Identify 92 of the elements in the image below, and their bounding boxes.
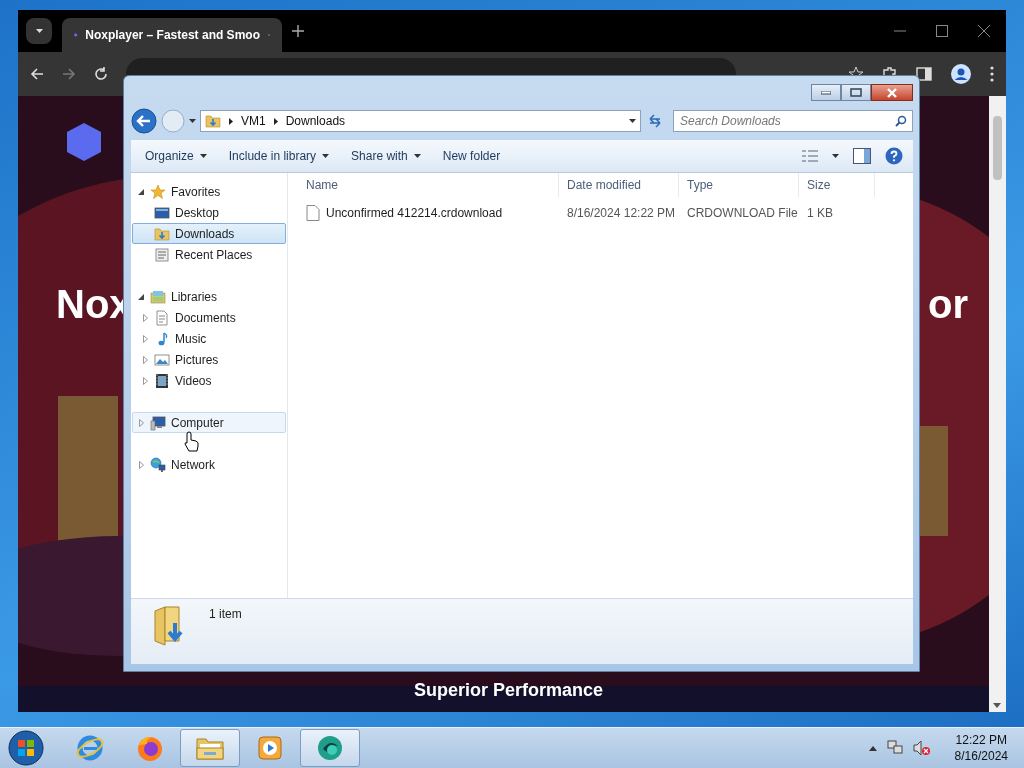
reload-icon[interactable] [94,67,108,81]
show-hidden-icons-icon[interactable] [868,745,877,751]
dropdown-caret-icon [629,119,636,123]
recent-icon [154,246,170,263]
toolbar-button[interactable]: Share with [343,145,429,167]
minimize-button[interactable] [811,84,841,101]
nav-item[interactable]: Favorites [132,181,286,202]
nav-item[interactable]: Computer [132,412,286,433]
preview-pane-icon[interactable] [853,148,871,164]
close-icon [886,87,898,98]
table-cell-text: 8/16/2024 12:22 PM [566,206,677,220]
collapsed-arrow-icon[interactable] [142,313,148,322]
chevron-down-icon [35,29,43,33]
caret-icon [413,154,421,158]
logo-icon [64,122,104,162]
collapsed-arrow-icon[interactable] [138,460,144,469]
column-header[interactable]: Name [298,173,559,197]
clock[interactable]: 12:22 PM 8/16/2024 [954,733,1008,763]
pictures-icon [154,351,170,368]
nav-item[interactable]: Recent Places [132,244,286,265]
view-caret-icon [832,154,839,158]
network-icon[interactable] [886,740,903,756]
collapsed-arrow-icon[interactable] [142,334,148,343]
network-icon [150,456,166,473]
nav-item[interactable]: Documents [132,307,286,328]
column-header[interactable]: Type [679,173,799,197]
chevron-icon[interactable] [273,117,278,125]
library-icon [150,288,166,305]
breadcrumb[interactable]: VM1 [241,114,266,128]
collapsed-arrow-icon[interactable] [142,355,148,364]
nav-item[interactable]: Desktop [132,202,286,223]
nav-item[interactable]: Libraries [132,286,286,307]
breadcrumb[interactable]: Downloads [285,114,346,128]
expanded-arrow-icon[interactable] [138,188,144,195]
column-header[interactable]: Size [799,173,875,197]
close-icon[interactable] [978,25,990,37]
table-cell-text: 1 KB [806,206,834,220]
menu-icon[interactable] [990,66,994,82]
nav-item[interactable]: Downloads [132,223,286,244]
nav-item[interactable]: Music [132,328,286,349]
caret-icon [199,154,207,158]
toolbar-button[interactable]: New folder [434,145,509,167]
downloads-icon [205,113,221,129]
table-cell-text: CRDOWNLOAD File [686,206,799,220]
caret-icon [322,154,330,158]
collapsed-arrow-icon[interactable] [142,376,148,385]
nav-item[interactable]: Network [132,454,286,475]
documents-icon [154,309,170,326]
help-icon[interactable] [885,147,903,165]
new-tab-icon[interactable] [292,25,304,37]
file-icon [306,205,320,221]
history-caret-icon [189,119,196,123]
search-icon [895,115,907,127]
column-header[interactable]: Date modified [559,173,679,197]
close-button[interactable] [871,84,913,101]
item-count: 1 item [209,607,242,621]
restore-button[interactable] [841,84,871,101]
nav-item[interactable]: Videos [132,370,286,391]
address-bar[interactable]: VM1 Downloads [200,110,641,132]
taskbar-button[interactable] [180,729,240,767]
app-icon[interactable] [315,733,345,763]
forward-icon[interactable] [62,67,76,81]
page-headline: or [928,282,968,327]
computer-icon [150,414,166,431]
scrollbar[interactable] [989,96,1006,712]
file-name[interactable]: Unconfirmed 412214.crdownload [298,205,559,221]
star-icon [150,183,166,200]
volume-muted-icon[interactable] [912,740,931,756]
maximize-icon[interactable] [936,25,948,37]
browser-tab[interactable]: Noxplayer – Fastest and Smoo [62,18,282,52]
toolbar-button[interactable]: Include in library [220,145,338,167]
tab-title: Noxplayer – Fastest and Smoo [85,28,260,42]
videos-icon [154,372,170,389]
start-button[interactable] [8,730,44,766]
media-player-icon[interactable] [255,733,285,763]
side-panel-icon[interactable] [916,66,932,82]
search-field[interactable]: Search Downloads [673,110,913,132]
nav-item[interactable]: Pictures [132,349,286,370]
expanded-arrow-icon[interactable] [138,293,144,300]
feature-title: Superior Performance [414,680,604,701]
toolbar-button[interactable]: Organize [137,145,215,167]
scroll-thumb[interactable] [993,116,1002,180]
back-icon[interactable] [131,108,157,134]
collapsed-arrow-icon[interactable] [138,418,144,427]
tab-search-button[interactable] [26,18,52,44]
profile-icon[interactable] [950,63,972,85]
restore-icon [850,88,862,97]
chevron-icon[interactable] [229,117,233,125]
desktop-icon [154,204,170,221]
hand-cursor-icon [184,431,200,453]
downloads-icon [154,225,170,242]
scroll-down-arrow-icon[interactable] [993,703,1001,708]
